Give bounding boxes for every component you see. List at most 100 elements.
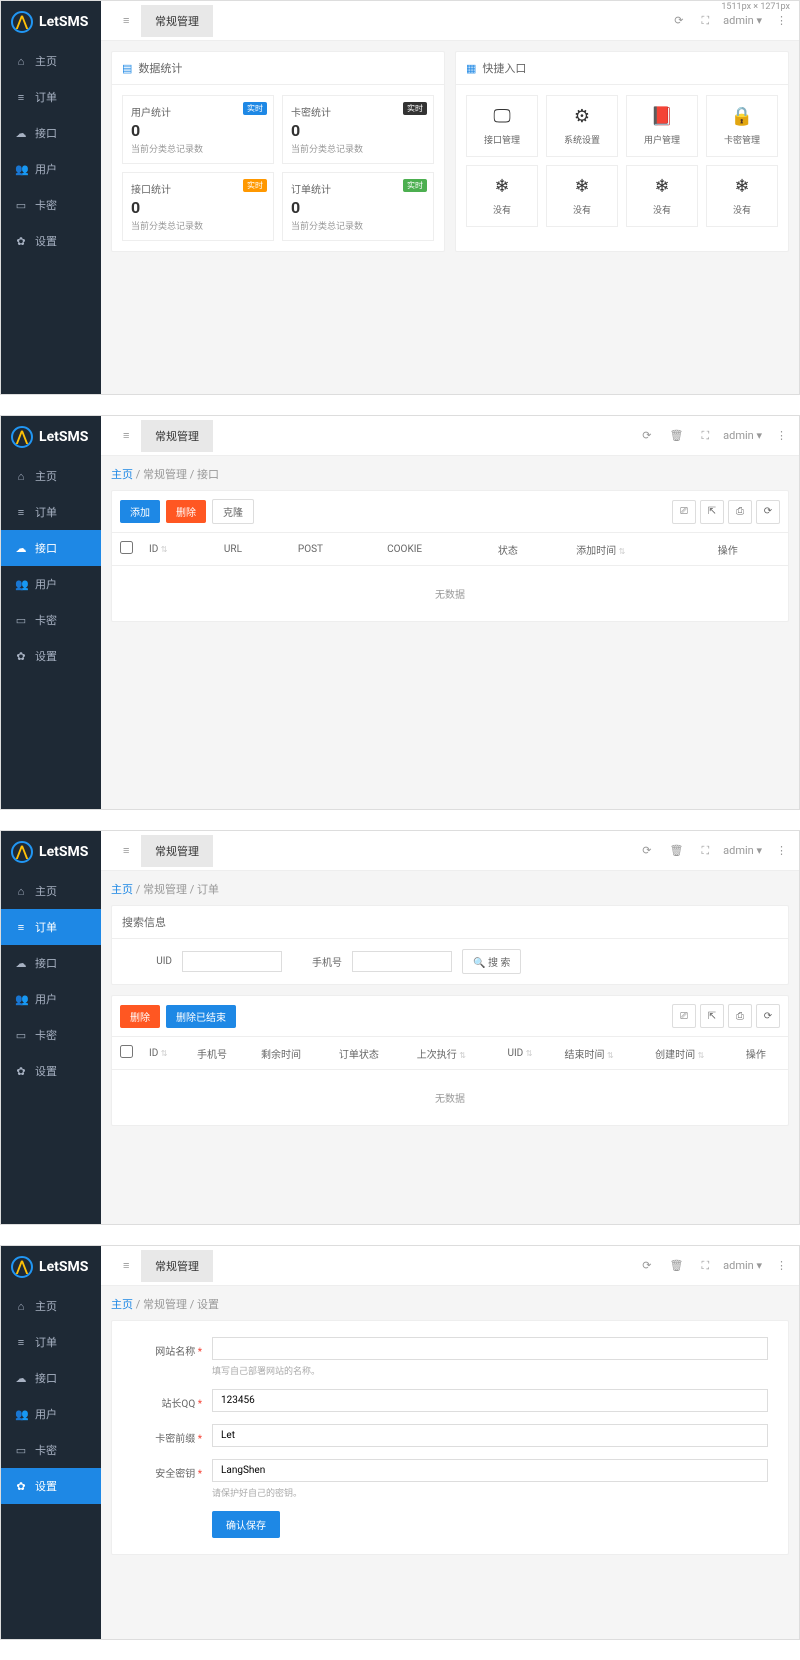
home-icon: ⌂ <box>15 470 27 483</box>
breadcrumb-home[interactable]: 主页 <box>111 883 133 896</box>
logo[interactable]: ⋀LetSMS <box>1 416 101 458</box>
menu-toggle[interactable]: ≡ <box>109 836 141 865</box>
quick-empty[interactable]: ❄没有 <box>546 165 618 227</box>
tab-main[interactable]: 常规管理 <box>141 1250 213 1282</box>
nav-settings[interactable]: ✿设置 <box>1 223 101 259</box>
nav-home[interactable]: ⌂主页 <box>1 43 101 79</box>
col-cookie: COOKIE <box>379 533 490 566</box>
nav-api[interactable]: ☁接口 <box>1 530 101 566</box>
quick-empty[interactable]: ❄没有 <box>626 165 698 227</box>
secret-input[interactable] <box>212 1459 768 1482</box>
col-id[interactable]: ID ⇅ <box>141 533 216 566</box>
tab-main[interactable]: 常规管理 <box>141 420 213 452</box>
filter-icon[interactable]: ⎚ <box>672 500 696 524</box>
quick-empty[interactable]: ❄没有 <box>466 165 538 227</box>
nav-users[interactable]: 👥用户 <box>1 151 101 187</box>
menu-toggle[interactable]: ≡ <box>109 6 141 35</box>
nav-users[interactable]: 👥用户 <box>1 1396 101 1432</box>
delete-button[interactable]: 删除 <box>120 1005 160 1028</box>
gear-icon: ✿ <box>15 1480 27 1493</box>
col-id[interactable]: ID ⇅ <box>141 1037 189 1070</box>
filter-icon[interactable]: ⎚ <box>672 1004 696 1028</box>
user-menu[interactable]: admin ▾ <box>723 844 762 857</box>
card-prefix-input[interactable] <box>212 1424 768 1447</box>
col-create[interactable]: 创建时间 ⇅ <box>647 1037 738 1070</box>
nav-orders[interactable]: ≡订单 <box>1 909 101 945</box>
quick-users[interactable]: 📕用户管理 <box>626 95 698 157</box>
fullscreen-icon[interactable]: ⛶ <box>697 840 713 862</box>
col-last[interactable]: 上次执行 ⇅ <box>409 1037 500 1070</box>
col-addtime[interactable]: 添加时间 ⇅ <box>568 533 710 566</box>
fullscreen-icon[interactable]: ⛶ <box>697 10 713 32</box>
refresh-table-icon[interactable]: ⟳ <box>756 1004 780 1028</box>
nav-api[interactable]: ☁接口 <box>1 115 101 151</box>
nav-cards[interactable]: ▭卡密 <box>1 187 101 223</box>
more-icon[interactable]: ⋮ <box>772 10 791 31</box>
breadcrumb-home[interactable]: 主页 <box>111 468 133 481</box>
nav-api[interactable]: ☁接口 <box>1 945 101 981</box>
nav-users[interactable]: 👥用户 <box>1 981 101 1017</box>
more-icon[interactable]: ⋮ <box>772 840 791 861</box>
nav-settings[interactable]: ✿设置 <box>1 638 101 674</box>
site-name-input[interactable] <box>212 1337 768 1360</box>
logo[interactable]: ⋀LetSMS <box>1 1246 101 1288</box>
export-icon[interactable]: ⇱ <box>700 1004 724 1028</box>
menu-toggle[interactable]: ≡ <box>109 1251 141 1280</box>
tab-main[interactable]: 常规管理 <box>141 835 213 867</box>
nav-home[interactable]: ⌂主页 <box>1 458 101 494</box>
breadcrumb-home[interactable]: 主页 <box>111 1298 133 1311</box>
nav-cards[interactable]: ▭卡密 <box>1 1432 101 1468</box>
refresh-icon[interactable]: ⟳ <box>638 1255 655 1276</box>
fullscreen-icon[interactable]: ⛶ <box>697 425 713 447</box>
tab-main[interactable]: 常规管理 <box>141 5 213 37</box>
col-post: POST <box>290 533 379 566</box>
nav-settings[interactable]: ✿设置 <box>1 1468 101 1504</box>
more-icon[interactable]: ⋮ <box>772 1255 791 1276</box>
menu-toggle[interactable]: ≡ <box>109 421 141 450</box>
user-menu[interactable]: admin ▾ <box>723 429 762 442</box>
clone-button[interactable]: 克隆 <box>212 499 254 524</box>
nav-orders[interactable]: ≡订单 <box>1 1324 101 1360</box>
nav-users[interactable]: 👥用户 <box>1 566 101 602</box>
trash-icon[interactable]: 🗑 <box>665 425 687 446</box>
nav-home[interactable]: ⌂主页 <box>1 873 101 909</box>
more-icon[interactable]: ⋮ <box>772 425 791 446</box>
user-menu[interactable]: admin ▾ <box>723 1259 762 1272</box>
save-button[interactable]: 确认保存 <box>212 1511 280 1538</box>
print-icon[interactable]: ⎙ <box>728 500 752 524</box>
select-all-checkbox[interactable] <box>120 1045 133 1058</box>
user-menu[interactable]: admin ▾ <box>723 14 762 27</box>
logo[interactable]: ⋀LetSMS <box>1 1 101 43</box>
nav-orders[interactable]: ≡订单 <box>1 79 101 115</box>
nav-cards[interactable]: ▭卡密 <box>1 1017 101 1053</box>
quick-cards[interactable]: 🔒卡密管理 <box>706 95 778 157</box>
quick-api[interactable]: 🖵接口管理 <box>466 95 538 157</box>
admin-qq-input[interactable] <box>212 1389 768 1412</box>
trash-icon[interactable]: 🗑 <box>665 840 687 861</box>
nav-cards[interactable]: ▭卡密 <box>1 602 101 638</box>
refresh-icon[interactable]: ⟳ <box>638 425 655 446</box>
refresh-icon[interactable]: ⟳ <box>638 840 655 861</box>
logo[interactable]: ⋀LetSMS <box>1 831 101 873</box>
quick-empty[interactable]: ❄没有 <box>706 165 778 227</box>
phone-input[interactable] <box>352 951 452 972</box>
fullscreen-icon[interactable]: ⛶ <box>697 1255 713 1277</box>
search-button[interactable]: 🔍 搜 索 <box>462 949 521 974</box>
refresh-table-icon[interactable]: ⟳ <box>756 500 780 524</box>
select-all-checkbox[interactable] <box>120 541 133 554</box>
uid-input[interactable] <box>182 951 282 972</box>
export-icon[interactable]: ⇱ <box>700 500 724 524</box>
refresh-icon[interactable]: ⟳ <box>670 10 687 31</box>
nav-orders[interactable]: ≡订单 <box>1 494 101 530</box>
print-icon[interactable]: ⎙ <box>728 1004 752 1028</box>
col-uid[interactable]: UID ⇅ <box>499 1037 556 1070</box>
trash-icon[interactable]: 🗑 <box>665 1255 687 1276</box>
nav-settings[interactable]: ✿设置 <box>1 1053 101 1089</box>
delete-done-button[interactable]: 删除已结束 <box>166 1005 236 1028</box>
nav-api[interactable]: ☁接口 <box>1 1360 101 1396</box>
delete-button[interactable]: 删除 <box>166 500 206 523</box>
quick-settings[interactable]: ⚙系统设置 <box>546 95 618 157</box>
nav-home[interactable]: ⌂主页 <box>1 1288 101 1324</box>
add-button[interactable]: 添加 <box>120 500 160 523</box>
col-end[interactable]: 结束时间 ⇅ <box>556 1037 647 1070</box>
